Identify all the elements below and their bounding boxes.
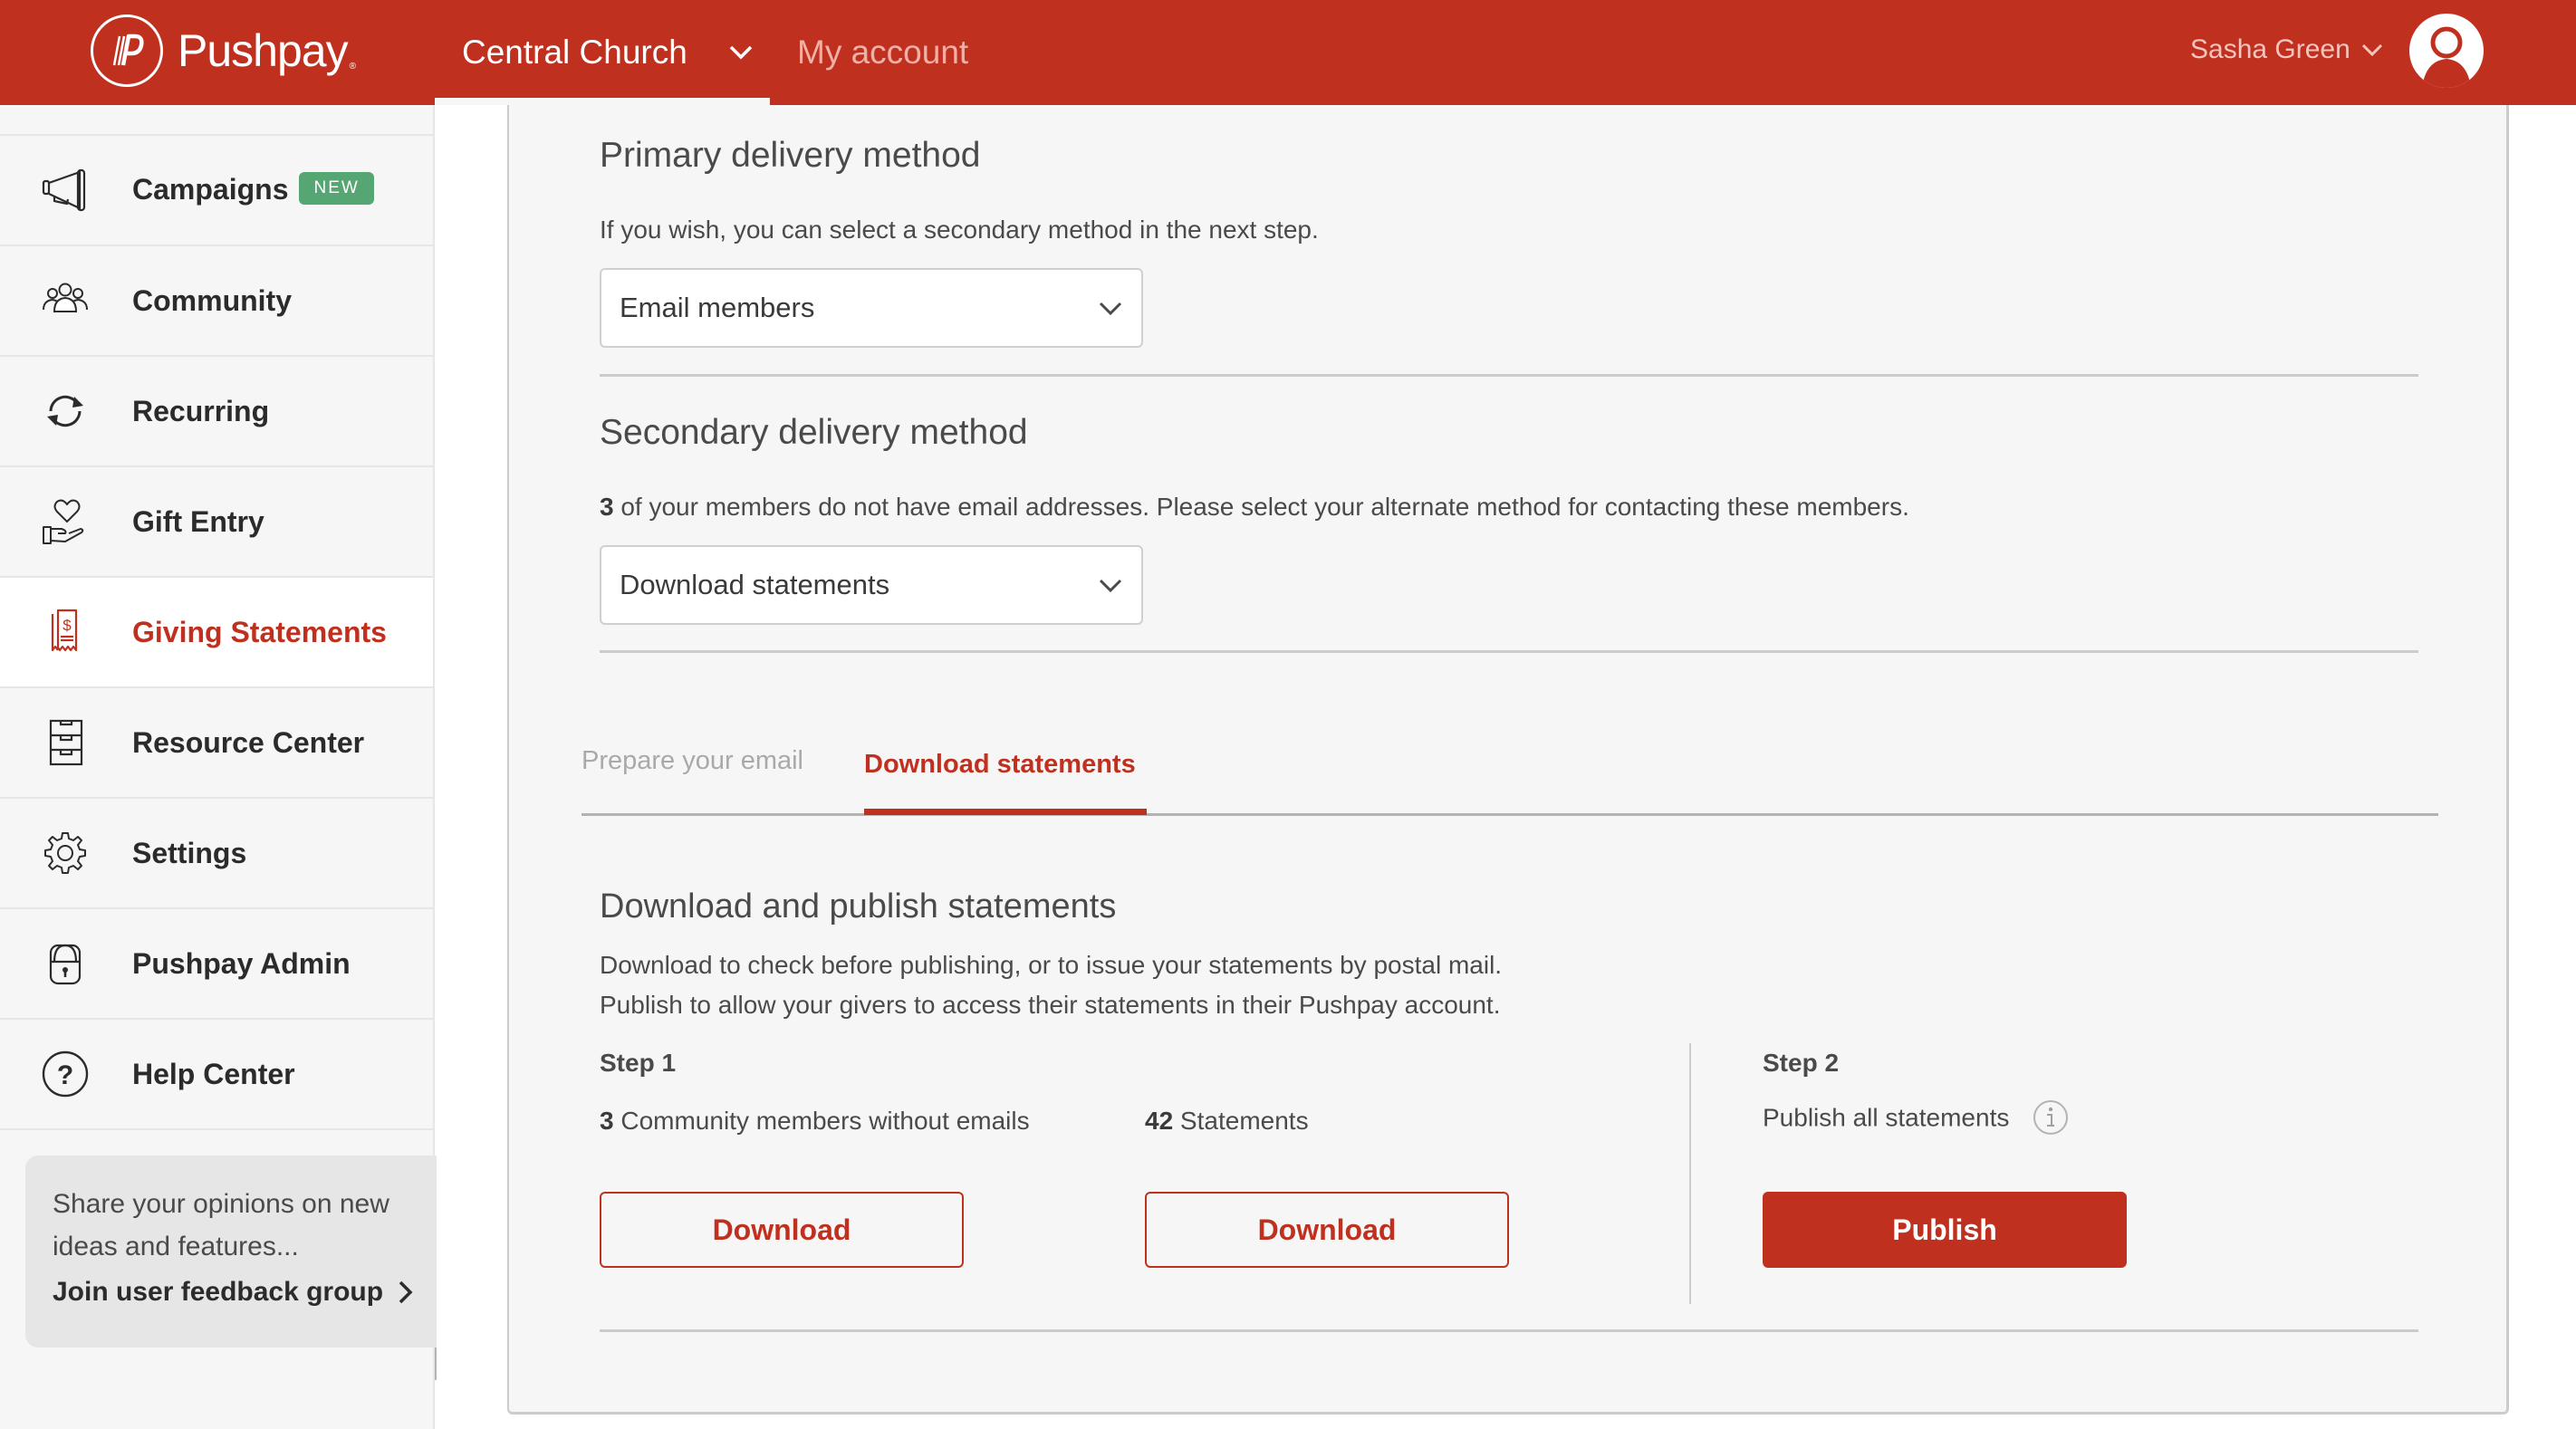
download-publish-line2: Publish to allow your givers to access t… — [600, 991, 1501, 1019]
primary-delivery-select[interactable]: Email members — [600, 268, 1143, 348]
secondary-delivery-description: 3 of your members do not have email addr… — [600, 493, 1909, 521]
download-members-button[interactable]: Download — [600, 1192, 964, 1268]
download-publish-line1: Download to check before publishing, or … — [600, 951, 1503, 979]
user-name: Sasha Green — [2190, 34, 2350, 64]
sidebar-item-label: Gift Entry — [132, 504, 264, 538]
svg-text:$: $ — [62, 617, 72, 634]
feedback-message: Share your opinions on new ideas and fea… — [53, 1189, 389, 1261]
sidebar-item-label: Community — [132, 283, 292, 317]
publish-button[interactable]: Publish — [1763, 1192, 2127, 1268]
feedback-panel: Share your opinions on new ideas and fea… — [25, 1156, 451, 1347]
active-header-tab-indicator — [435, 98, 770, 105]
registered-mark: ® — [349, 62, 356, 72]
chevron-right-icon — [399, 1280, 413, 1304]
sidebar-item-label: Campaigns NEW — [132, 172, 374, 208]
svg-text:?: ? — [57, 1060, 73, 1090]
brand-name: Pushpay — [178, 25, 349, 76]
megaphone-icon — [34, 159, 96, 221]
organization-switcher[interactable]: Central Church — [462, 25, 756, 80]
user-menu[interactable]: Sasha Green — [2190, 27, 2385, 72]
primary-delivery-description: If you wish, you can select a secondary … — [600, 216, 1319, 244]
download-publish-title: Download and publish statements — [600, 887, 1117, 925]
members-without-emails-count: 3 Community members without emails — [600, 1107, 1030, 1135]
active-tab-indicator — [864, 809, 1147, 815]
download-statements-button[interactable]: Download — [1145, 1192, 1509, 1268]
sidebar-item-label: Recurring — [132, 394, 270, 427]
my-account-link[interactable]: My account — [797, 25, 968, 80]
padlock-icon — [34, 933, 96, 994]
sidebar-item-community[interactable]: Community — [0, 246, 433, 357]
new-badge: NEW — [299, 172, 374, 206]
chevron-down-icon — [1099, 579, 1122, 593]
sidebar-item-giving-statements[interactable]: $ Giving Statements — [0, 578, 433, 688]
sidebar-item-gift-entry[interactable]: Gift Entry — [0, 467, 433, 578]
step-2-label: Step 2 — [1763, 1049, 1840, 1077]
secondary-delivery-select[interactable]: Download statements — [600, 545, 1143, 625]
step-1-label: Step 1 — [600, 1049, 677, 1077]
chevron-down-icon — [729, 45, 753, 60]
sidebar-item-label: Giving Statements — [132, 615, 387, 648]
user-silhouette-icon — [2422, 26, 2471, 88]
sidebar-item-pushpay-admin[interactable]: Pushpay Admin — [0, 909, 433, 1020]
primary-delivery-title: Primary delivery method — [600, 136, 981, 175]
tab-bar-baseline — [582, 813, 2438, 816]
sidebar-item-label: Help Center — [132, 1057, 295, 1090]
pushpay-logo[interactable]: Pushpay ® — [91, 14, 356, 88]
recurring-arrows-icon — [34, 380, 96, 442]
statements-count: 42 Statements — [1145, 1107, 1309, 1135]
sidebar-item-label: Settings — [132, 836, 247, 869]
sidebar-item-settings[interactable]: Settings — [0, 799, 433, 909]
tab-download-statements[interactable]: Download statements — [864, 750, 1136, 780]
receipt-dollar-icon: $ — [34, 601, 96, 663]
top-nav-bar: Pushpay ® Central Church My account Sash… — [0, 0, 2576, 105]
user-avatar[interactable] — [2409, 14, 2484, 88]
organization-name: Central Church — [462, 34, 687, 71]
join-feedback-group-link[interactable]: Join user feedback group — [53, 1277, 424, 1308]
sidebar-item-campaigns[interactable]: Campaigns NEW — [0, 136, 433, 246]
secondary-delivery-title: Secondary delivery method — [600, 413, 1028, 452]
section-divider — [600, 1329, 2418, 1332]
people-icon — [34, 270, 96, 331]
sidebar-item-label: Resource Center — [132, 725, 365, 759]
section-divider — [600, 650, 2418, 653]
file-cabinet-icon — [34, 712, 96, 773]
sidebar-item-label: Pushpay Admin — [132, 946, 351, 980]
sidebar-item-resource-center[interactable]: Resource Center — [0, 688, 433, 799]
tab-prepare-your-email[interactable]: Prepare your email — [582, 746, 803, 776]
delivery-settings-card: Primary delivery method If you wish, you… — [507, 105, 2509, 1415]
question-circle-icon: ? — [34, 1043, 96, 1105]
publish-all-statements-text: Publish all statements — [1763, 1099, 2069, 1137]
gear-icon — [34, 822, 96, 884]
chevron-down-icon — [2361, 43, 2382, 57]
sidebar-item-recurring[interactable]: Recurring — [0, 357, 433, 467]
info-icon[interactable] — [2033, 1099, 2069, 1136]
chevron-down-icon — [1099, 302, 1122, 316]
section-divider — [600, 374, 2418, 377]
primary-delivery-value: Email members — [620, 292, 815, 323]
heart-hand-icon — [34, 491, 96, 552]
step-divider — [1689, 1043, 1691, 1304]
pushpay-logo-icon — [91, 14, 163, 87]
secondary-delivery-value: Download statements — [620, 569, 890, 600]
sidebar-item-help-center[interactable]: ? Help Center — [0, 1020, 433, 1130]
